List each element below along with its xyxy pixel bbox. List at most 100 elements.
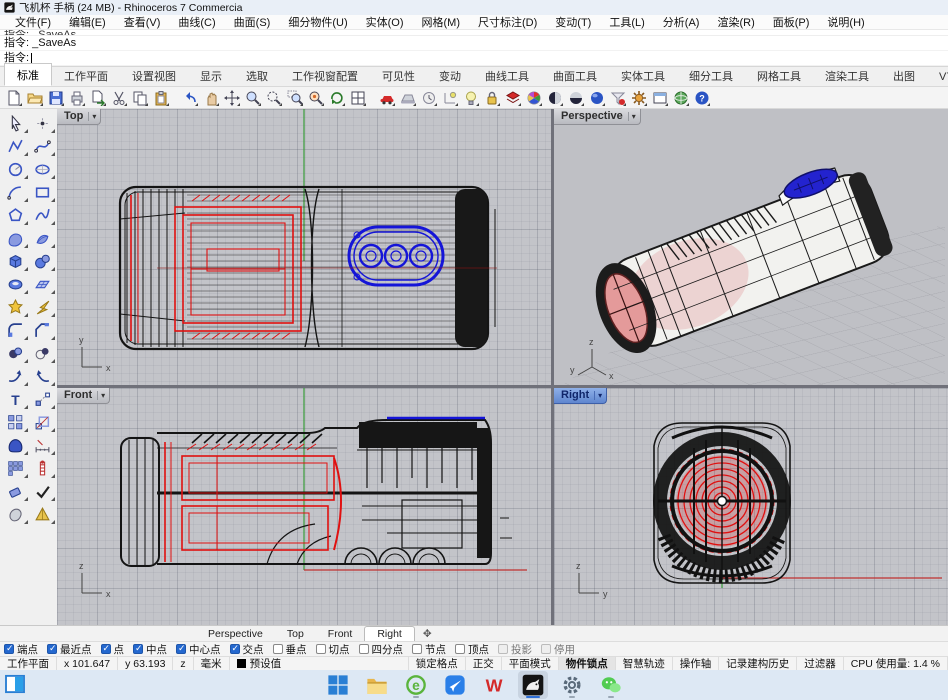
taskbar-win-start-icon[interactable] (323, 671, 353, 699)
checkbox-icon[interactable] (273, 644, 283, 654)
menu-item[interactable]: 工具(L) (600, 14, 653, 30)
viewport-layout-icon[interactable] (348, 88, 367, 107)
osnap-4[interactable]: 中点 (133, 642, 167, 657)
checkbox-icon[interactable] (541, 644, 551, 654)
viewport-tab-perspective[interactable]: Perspective (196, 626, 275, 641)
help-icon[interactable]: ? (692, 88, 711, 107)
menu-item[interactable]: 渲染(R) (708, 14, 763, 30)
menu-item[interactable]: 说明(H) (818, 14, 873, 30)
taskbar-wps-icon[interactable]: W (479, 671, 509, 699)
ellipse-tool-icon[interactable] (30, 158, 55, 180)
status-segment[interactable]: 物件锁点 (559, 657, 616, 670)
status-segment[interactable]: 毫米 (194, 657, 230, 670)
shell-tool-icon[interactable] (30, 227, 55, 249)
rotate-view-icon[interactable] (327, 88, 346, 107)
checkbox-icon[interactable] (455, 644, 465, 654)
menu-item[interactable]: 曲线(C) (169, 14, 224, 30)
undo-icon[interactable] (180, 88, 199, 107)
osnap-10[interactable]: 节点 (412, 642, 446, 657)
osnap-8[interactable]: 切点 (316, 642, 350, 657)
menu-item[interactable]: 曲面(S) (225, 14, 280, 30)
checkbox-icon[interactable] (359, 644, 369, 654)
ribbon-tab[interactable]: 渲染工具 (813, 65, 881, 86)
menu-item[interactable]: 文件(F) (6, 14, 60, 30)
menu-item[interactable]: 面板(P) (764, 14, 819, 30)
taskbar-explorer-icon[interactable] (362, 671, 392, 699)
bool-diff-tool-icon[interactable] (30, 342, 55, 364)
viewport-perspective-label[interactable]: Perspective▾ (554, 109, 641, 125)
ribbon-tab[interactable]: 出图 (881, 65, 927, 86)
polygon-tool-icon[interactable] (3, 204, 28, 226)
grid9-tool-icon[interactable] (3, 457, 28, 479)
checkbox-icon[interactable] (47, 644, 57, 654)
taskbar-rhino-app-icon[interactable] (518, 671, 548, 699)
curve-arrow2-tool-icon[interactable] (30, 365, 55, 387)
checkbox-icon[interactable] (498, 644, 508, 654)
layer-red-icon[interactable] (503, 88, 522, 107)
gauge-red-tool-icon[interactable] (30, 457, 55, 479)
ribbon-tab[interactable]: 工作视窗配置 (280, 65, 370, 86)
sphere-half-icon[interactable] (566, 88, 585, 107)
named-view-icon[interactable] (650, 88, 669, 107)
zoom-dynamic-icon[interactable] (264, 88, 283, 107)
viewport-top[interactable]: Top▾ (57, 109, 551, 385)
cut-icon[interactable] (109, 88, 128, 107)
status-segment[interactable]: y 63.193 (118, 657, 173, 670)
chamfer-tool-icon[interactable] (30, 319, 55, 341)
viewport-perspective[interactable]: Perspective▾ (554, 109, 948, 385)
viewport-right[interactable]: Right▾ (554, 388, 948, 625)
ribbon-tab[interactable]: 选取 (234, 65, 280, 86)
render-globe-icon[interactable] (671, 88, 690, 107)
command-prompt[interactable]: 指令: (0, 51, 948, 66)
lamp-icon[interactable] (461, 88, 480, 107)
ribbon-tab[interactable]: 工作平面 (52, 65, 120, 86)
zoom-icon[interactable] (243, 88, 262, 107)
ribbon-tab[interactable]: V7 的新功能 (927, 65, 948, 86)
checkbox-icon[interactable] (4, 644, 14, 654)
status-segment[interactable]: 平面模式 (502, 657, 559, 670)
status-segment[interactable]: 工作平面 (0, 657, 57, 670)
ribbon-tab[interactable]: 显示 (188, 65, 234, 86)
trim-tool-tool-icon[interactable] (3, 480, 28, 502)
menu-item[interactable]: 分析(A) (654, 14, 709, 30)
ribbon-tab[interactable]: 网格工具 (745, 65, 813, 86)
taskbar-settings-gear-icon[interactable] (557, 671, 587, 699)
star-yellow-tool-icon[interactable] (3, 296, 28, 318)
status-segment[interactable]: 智慧轨迹 (616, 657, 673, 670)
taskbar-wechat-icon[interactable] (596, 671, 626, 699)
cursor-tool-icon[interactable] (3, 112, 28, 134)
plane-srf-tool-icon[interactable] (30, 273, 55, 295)
rect-tool-tool-icon[interactable] (30, 181, 55, 203)
viewport-front[interactable]: Front▾ (57, 388, 551, 625)
ribbon-tab[interactable]: 标准 (4, 63, 52, 86)
checkbox-icon[interactable] (230, 644, 240, 654)
menu-item[interactable]: 尺寸标注(D) (469, 14, 546, 30)
osnap-2[interactable]: 最近点 (47, 642, 92, 657)
widgets-icon[interactable] (5, 674, 29, 694)
status-segment[interactable]: 记录建构历史 (719, 657, 797, 670)
status-segment[interactable]: z (173, 657, 193, 670)
taskbar-browser-e-icon[interactable]: e (401, 671, 431, 699)
viewport-right-label[interactable]: Right▾ (554, 388, 607, 404)
status-segment[interactable]: 过滤器 (797, 657, 844, 670)
sphere-blue-icon[interactable] (587, 88, 606, 107)
gear-red-icon[interactable] (629, 88, 648, 107)
status-segment[interactable]: x 101.647 (57, 657, 118, 670)
osnap-11[interactable]: 顶点 (455, 642, 489, 657)
export-doc-icon[interactable] (88, 88, 107, 107)
viewport-front-label[interactable]: Front▾ (57, 388, 110, 404)
blob-gray-tool-icon[interactable] (3, 503, 28, 525)
menu-item[interactable]: 编辑(E) (60, 14, 115, 30)
clock-icon[interactable] (419, 88, 438, 107)
polyline-tool-icon[interactable] (3, 135, 28, 157)
status-segment[interactable]: 正交 (466, 657, 502, 670)
add-viewport-tab-button[interactable]: ✥ (415, 626, 440, 641)
viewport-tab-right[interactable]: Right (364, 626, 415, 641)
ring-tool-icon[interactable] (3, 273, 28, 295)
status-segment[interactable]: 锁定格点 (409, 657, 466, 670)
spheres2-tool-icon[interactable] (30, 250, 55, 272)
lock-icon[interactable] (482, 88, 501, 107)
osnap-5[interactable]: 中心点 (176, 642, 221, 657)
check-tool-icon[interactable] (30, 480, 55, 502)
viewport-tab-top[interactable]: Top (275, 626, 316, 641)
